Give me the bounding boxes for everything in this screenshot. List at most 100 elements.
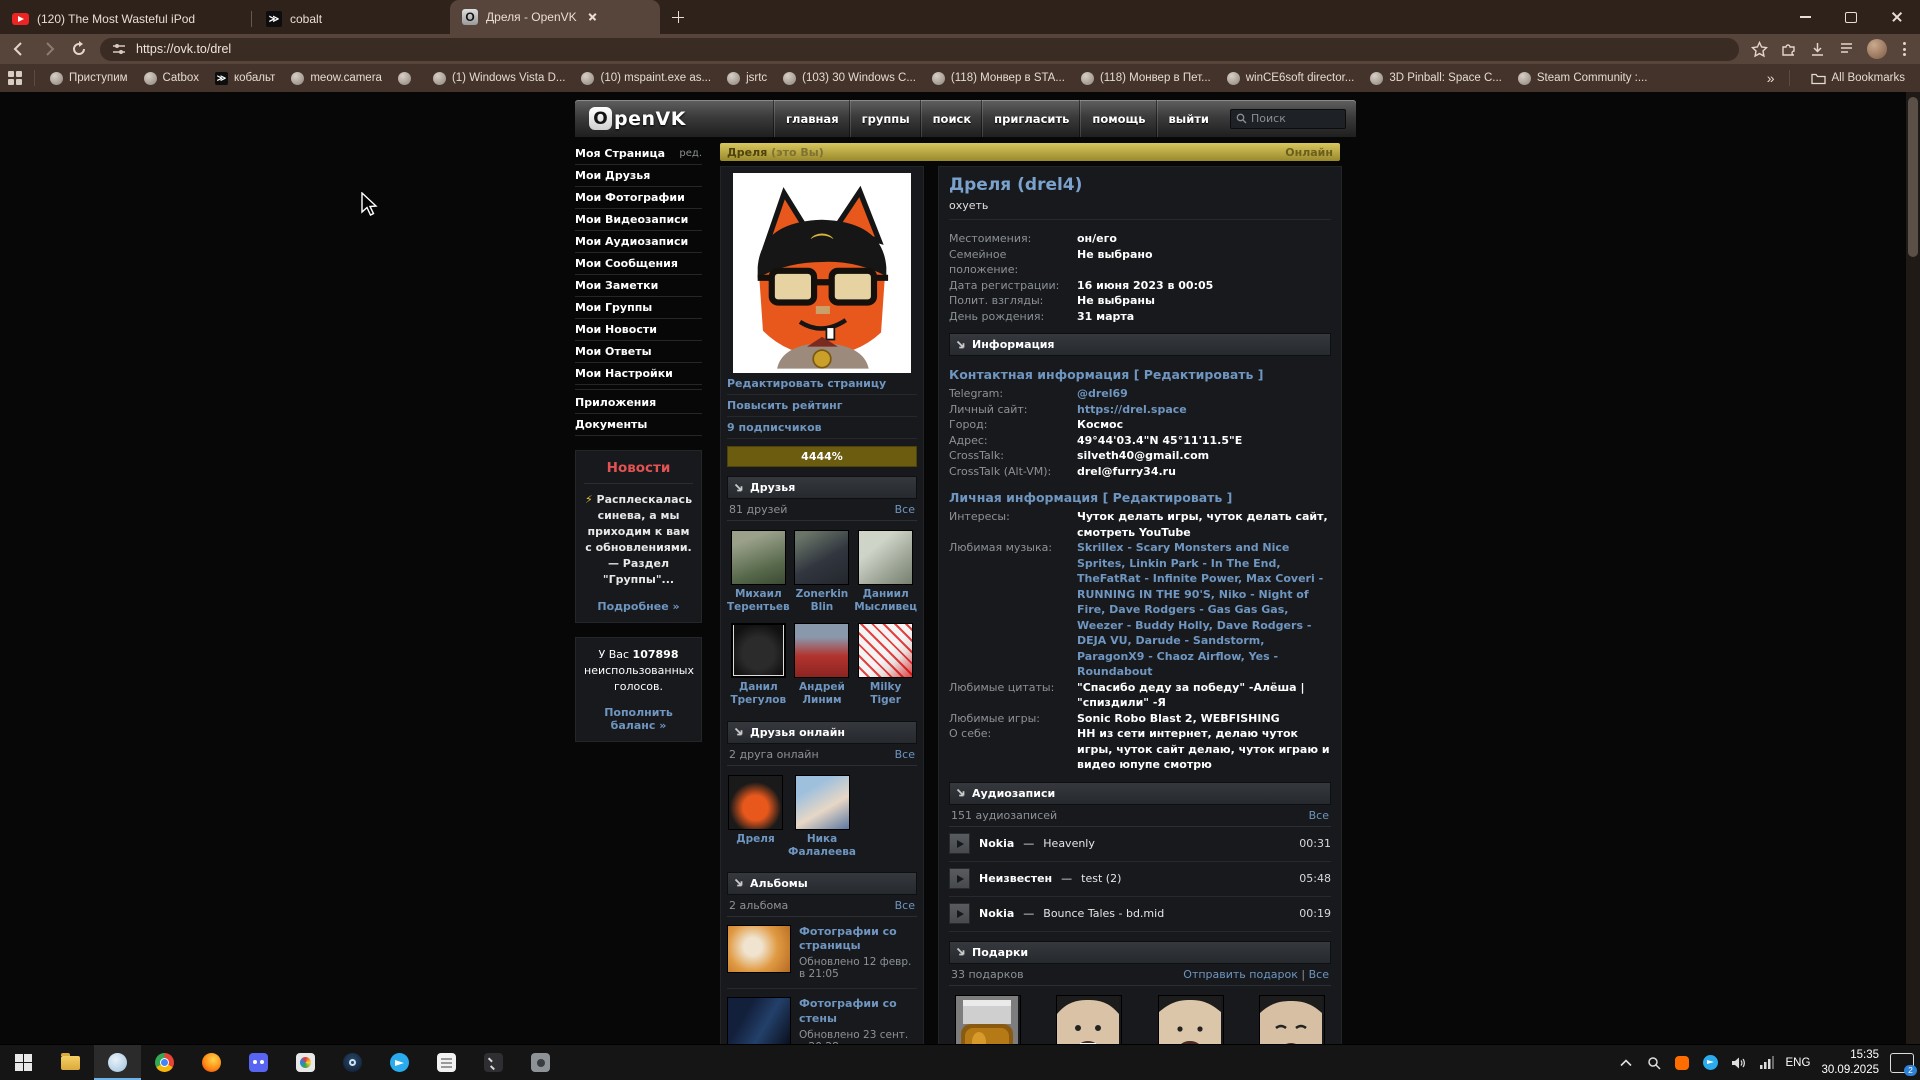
gift-image[interactable] (955, 995, 1021, 1045)
sidebar-item-apps[interactable]: Приложения (575, 392, 702, 414)
close-window-button[interactable] (1874, 0, 1920, 34)
edit-page-link[interactable]: Редактировать страницу (727, 377, 886, 390)
sidebar-item-my-page[interactable]: Моя Страницаред. (575, 143, 702, 165)
back-icon[interactable] (10, 40, 28, 58)
taskbar-terminal-icon[interactable] (470, 1045, 517, 1080)
tray-orange-app-icon[interactable] (1674, 1054, 1691, 1071)
browser-menu-icon[interactable] (1899, 42, 1910, 56)
openvk-logo[interactable]: O penVK (589, 107, 686, 130)
friend-avatar[interactable] (795, 775, 850, 830)
profile-avatar-image[interactable] (733, 173, 911, 373)
tab-openvk-active[interactable]: O Дреля - OpenVK (450, 0, 660, 34)
friend-avatar[interactable] (794, 623, 849, 678)
all-bookmarks-button[interactable]: All Bookmarks (1804, 68, 1913, 88)
nav-invite[interactable]: пригласить (982, 100, 1080, 137)
bookmark-item[interactable]: (118) Монвер в Пет... (1074, 68, 1218, 88)
online-all-link[interactable]: Все (895, 748, 915, 761)
bookmark-item[interactable]: ≫кобальт (208, 68, 282, 88)
friend-avatar[interactable] (794, 530, 849, 585)
bookmark-item[interactable]: jsrtc (720, 68, 774, 88)
audios-all-link[interactable]: Все (1309, 809, 1329, 822)
album-item[interactable]: Фотографии со страницыОбновлено 12 февр.… (727, 917, 917, 990)
bookmark-star-icon[interactable] (1751, 41, 1768, 58)
page-scrollbar[interactable] (1906, 92, 1920, 1044)
close-tab-icon[interactable] (585, 9, 601, 25)
profile-status-text[interactable]: охуеть (949, 199, 1331, 220)
bookmark-item[interactable]: (103) 30 Windows C... (776, 68, 923, 88)
taskbar-notepad-icon[interactable] (423, 1045, 470, 1080)
taskbar-active-app-icon[interactable] (94, 1045, 141, 1080)
reload-icon[interactable] (70, 40, 88, 58)
taskbar-clock[interactable]: 15:35 30.09.2025 (1821, 1048, 1879, 1078)
contact-value[interactable]: @drel69 (1077, 386, 1331, 402)
albums-all-link[interactable]: Все (895, 899, 915, 912)
friend-avatar[interactable] (858, 530, 913, 585)
friend-card[interactable]: ДаниилМысливец (854, 530, 917, 614)
friend-card[interactable]: ZonerkinBlin (794, 530, 851, 614)
sidebar-item-audios[interactable]: Мои Аудиозаписи (575, 231, 702, 253)
gift-image[interactable] (1259, 995, 1325, 1045)
edit-contacts-link[interactable]: [ Редактировать ] (1134, 367, 1264, 382)
news-more-link[interactable]: Подробнее » (584, 600, 693, 613)
address-bar[interactable]: https://ovk.to/drel (100, 38, 1739, 61)
send-gift-link[interactable]: Отправить подарок (1183, 968, 1298, 981)
friend-avatar[interactable] (731, 530, 786, 585)
album-item[interactable]: Фотографии со стеныОбновлено 23 сент. в … (727, 989, 917, 1044)
nav-logout[interactable]: выйти (1157, 100, 1220, 137)
nav-search[interactable]: поиск (921, 100, 983, 137)
contact-value[interactable]: https://drel.space (1077, 402, 1331, 418)
subscribers-link[interactable]: 9 подписчиков (727, 421, 822, 434)
bookmark-item[interactable]: (118) Монвер в STA... (925, 68, 1072, 88)
friends-all-link[interactable]: Все (895, 503, 915, 516)
site-search-input[interactable]: Поиск (1230, 109, 1346, 129)
audio-track-row[interactable]: Nokia—Heavenly 00:31 (949, 827, 1331, 862)
friend-avatar[interactable] (731, 623, 786, 678)
tab-cobalt[interactable]: ≫ cobalt (254, 4, 334, 34)
bookmark-item[interactable]: Приступим (43, 68, 135, 88)
sidebar-item-answers[interactable]: Мои Ответы (575, 341, 702, 363)
sidebar-item-documents[interactable]: Документы (575, 414, 702, 436)
play-icon[interactable] (949, 903, 970, 924)
gifts-all-link[interactable]: Все (1309, 968, 1329, 981)
personal-value-music-links[interactable]: Skrillex - Scary Monsters and Nice Sprit… (1077, 540, 1331, 680)
sidebar-item-messages[interactable]: Мои Сообщения (575, 253, 702, 275)
audio-track-row[interactable]: Nokia—Bounce Tales - bd.mid 00:19 (949, 897, 1331, 932)
tab-youtube[interactable]: (120) The Most Wasteful iPod (0, 4, 249, 34)
start-button[interactable] (0, 1045, 47, 1080)
nav-home[interactable]: главная (774, 100, 850, 137)
taskbar-steam-icon[interactable] (329, 1045, 376, 1080)
friend-avatar[interactable] (858, 623, 913, 678)
bookmark-item[interactable]: 3D Pinball: Space C... (1363, 68, 1509, 88)
nav-help[interactable]: помощь (1080, 100, 1156, 137)
play-icon[interactable] (949, 833, 970, 854)
taskbar-camera-icon[interactable] (517, 1045, 564, 1080)
taskbar-discord-icon[interactable] (235, 1045, 282, 1080)
tray-search-icon[interactable] (1646, 1054, 1663, 1071)
nav-groups[interactable]: группы (850, 100, 921, 137)
taskbar-telegram-icon[interactable] (376, 1045, 423, 1080)
apps-grid-icon[interactable] (8, 71, 22, 85)
language-indicator[interactable]: ENG (1786, 1057, 1811, 1069)
bookmark-item[interactable]: winCE6soft director... (1220, 68, 1362, 88)
friend-card[interactable]: МихаилТерентьев (727, 530, 790, 614)
bookmark-item[interactable]: meow.camera (284, 68, 389, 88)
bookmark-item[interactable] (391, 68, 424, 88)
bookmarks-overflow-icon[interactable]: » (1767, 70, 1775, 86)
taskbar-chrome-icon[interactable] (141, 1045, 188, 1080)
profile-avatar[interactable] (1867, 39, 1887, 59)
play-icon[interactable] (949, 868, 970, 889)
friend-avatar[interactable] (728, 775, 783, 830)
album-thumbnail[interactable] (727, 925, 791, 973)
edit-link[interactable]: ред. (679, 148, 702, 159)
friend-card[interactable]: НикаФалалеева (788, 775, 856, 859)
volume-icon[interactable] (1730, 1054, 1747, 1071)
friend-card[interactable]: Дреля (727, 775, 784, 859)
minimize-button[interactable] (1782, 0, 1828, 34)
notification-center-icon[interactable]: 2 (1890, 1053, 1914, 1073)
sidebar-item-groups[interactable]: Мои Группы (575, 297, 702, 319)
site-settings-icon[interactable] (112, 42, 126, 56)
bookmark-item[interactable]: (10) mspaint.exe as... (574, 68, 718, 88)
downloads-icon[interactable] (1809, 41, 1826, 58)
scrollbar-thumb[interactable] (1908, 97, 1918, 257)
gift-image[interactable] (1158, 995, 1224, 1045)
